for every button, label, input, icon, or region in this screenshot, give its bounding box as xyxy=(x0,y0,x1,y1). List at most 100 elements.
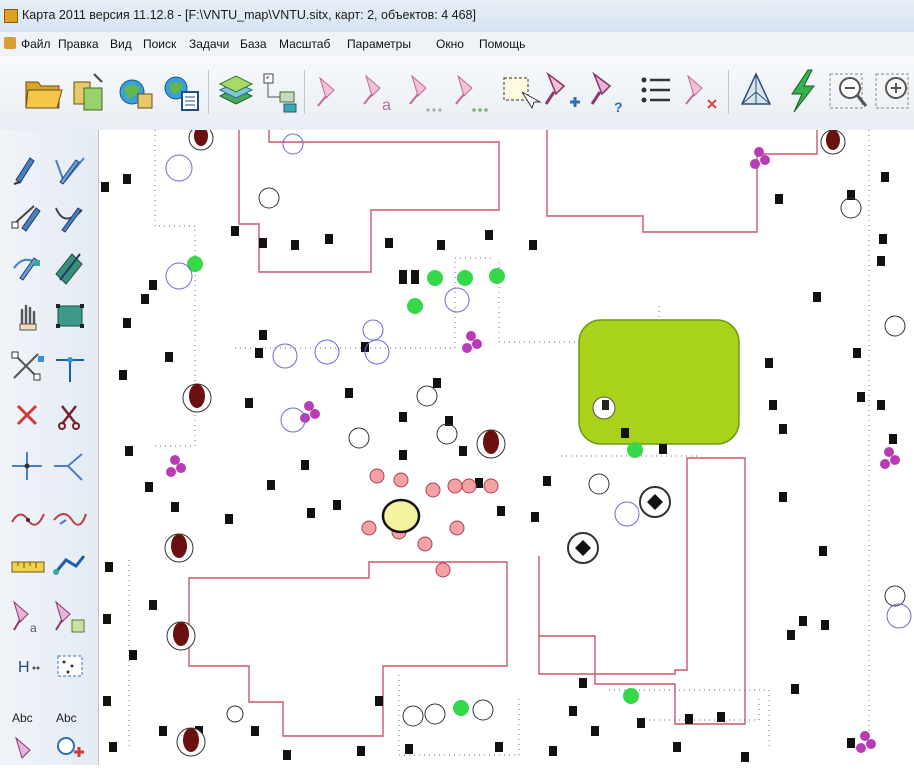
black-diamond-symbols xyxy=(567,486,671,564)
select-object-button[interactable] xyxy=(310,66,354,116)
curve-2-button[interactable] xyxy=(50,492,90,540)
open-site-list-button[interactable] xyxy=(160,66,204,116)
point-label-button[interactable]: a xyxy=(8,592,48,640)
cross-button[interactable] xyxy=(8,442,48,490)
scissors-icon xyxy=(58,405,80,430)
move-node-icon xyxy=(13,257,40,281)
main-toolbar: a ? xyxy=(0,56,914,131)
triangulation-button[interactable] xyxy=(734,66,778,116)
menu-search[interactable]: Поиск xyxy=(143,37,176,51)
menu-base[interactable]: База xyxy=(240,37,267,51)
menu-tasks[interactable]: Задачи xyxy=(189,37,229,51)
menu-parameters[interactable]: Параметры xyxy=(347,37,411,51)
pushpin-dots-icon xyxy=(409,74,442,112)
black-diamond-symbol xyxy=(639,486,671,518)
sign-pin-icon xyxy=(15,736,31,759)
object-info-button[interactable]: ? xyxy=(588,66,632,116)
cross-select-button[interactable] xyxy=(50,592,90,640)
curve-button[interactable] xyxy=(8,492,48,540)
pushpin-a-icon: a xyxy=(13,600,37,635)
title-bar: Карта 2011 версия 11.12.8 - [F:\VNTU_map… xyxy=(0,0,914,33)
list-button[interactable] xyxy=(634,66,678,116)
menu-help[interactable]: Помощь xyxy=(479,37,525,51)
zoom-in-button[interactable] xyxy=(872,66,914,116)
edit-node-icon xyxy=(11,205,41,232)
move-node-button[interactable] xyxy=(8,242,48,290)
edit-node-button[interactable] xyxy=(8,194,48,242)
hand-button[interactable] xyxy=(8,292,48,340)
black-diamond-symbol xyxy=(567,532,599,564)
menu-file[interactable]: Файл xyxy=(21,37,51,51)
flower-symbol xyxy=(750,147,770,169)
menu-scale[interactable]: Масштаб xyxy=(279,37,330,51)
menu-app-icon[interactable] xyxy=(4,37,16,49)
menu-window[interactable]: Окно xyxy=(436,37,464,51)
pushpin-grid-icon xyxy=(55,600,85,633)
add-object-button[interactable] xyxy=(542,66,586,116)
lightning-icon xyxy=(791,69,816,113)
grid-button[interactable] xyxy=(50,642,90,690)
transform-button[interactable] xyxy=(50,542,90,590)
ruler-button[interactable] xyxy=(8,542,48,590)
branch-icon xyxy=(54,453,83,481)
menu-edit[interactable]: Правка xyxy=(58,37,99,51)
lightning-button[interactable] xyxy=(780,66,824,116)
svg-text:a: a xyxy=(30,621,37,635)
flower-symbol xyxy=(300,401,320,423)
create-line-2-button[interactable] xyxy=(50,146,90,194)
move-object-icon xyxy=(55,253,83,285)
building-outline xyxy=(546,130,818,233)
height-icon: H xyxy=(18,659,40,676)
branch-button[interactable] xyxy=(50,442,90,490)
lawn-area xyxy=(578,319,740,445)
move-object-button[interactable] xyxy=(50,242,90,290)
menu-view[interactable]: Вид xyxy=(110,37,132,51)
map-canvas[interactable] xyxy=(99,130,914,765)
pen-angle-icon xyxy=(55,157,85,185)
pen-line-icon xyxy=(13,157,35,185)
zoom-out-button[interactable] xyxy=(826,66,870,116)
tree-symbol xyxy=(176,727,206,757)
open-data-button[interactable] xyxy=(68,66,112,116)
sign-button[interactable] xyxy=(8,730,48,778)
text-2-label: Abc xyxy=(56,711,77,725)
globe-folder-icon xyxy=(119,79,153,109)
delete-selection-button[interactable] xyxy=(680,66,724,116)
edit-node-2-button[interactable] xyxy=(50,194,90,242)
select-more-2-button[interactable] xyxy=(450,66,494,116)
tree-symbol xyxy=(166,621,196,651)
scissors-button[interactable] xyxy=(50,392,90,440)
select-object-label-button[interactable]: a xyxy=(358,66,402,116)
region-select-icon xyxy=(503,77,542,110)
ruler-icon xyxy=(11,561,45,573)
add-layer-button[interactable] xyxy=(258,66,302,116)
tree-symbols xyxy=(164,130,846,757)
create-line-button[interactable] xyxy=(8,146,48,194)
pushpin-delete-icon xyxy=(685,74,717,109)
pushpin-label-icon: a xyxy=(363,74,391,114)
tree-symbol xyxy=(164,533,194,563)
triangulation-icon xyxy=(740,72,772,105)
cut-button[interactable] xyxy=(8,342,48,390)
select-more-button[interactable] xyxy=(404,66,448,116)
tree-symbol xyxy=(476,429,506,459)
open-site-button[interactable] xyxy=(114,66,158,116)
files-icon xyxy=(73,73,103,111)
flower-symbol xyxy=(880,447,900,469)
split-button[interactable] xyxy=(50,342,90,390)
flower-symbol xyxy=(856,731,876,753)
select-region-button[interactable] xyxy=(498,66,542,116)
open-map-button[interactable] xyxy=(22,66,66,116)
delete-icon xyxy=(16,404,38,426)
layers-button[interactable] xyxy=(214,66,258,116)
grid-icon xyxy=(57,655,83,677)
height-button[interactable]: H xyxy=(8,642,48,690)
frame-button[interactable] xyxy=(50,292,90,340)
central-flowerbed xyxy=(381,498,421,534)
pushpin-question-icon: ? xyxy=(590,71,623,115)
tree-symbol xyxy=(182,383,212,413)
delete-button[interactable] xyxy=(8,392,48,440)
tree-structure-icon xyxy=(263,73,297,113)
pushpin-icon xyxy=(317,76,335,107)
sign-add-button[interactable] xyxy=(50,730,90,778)
